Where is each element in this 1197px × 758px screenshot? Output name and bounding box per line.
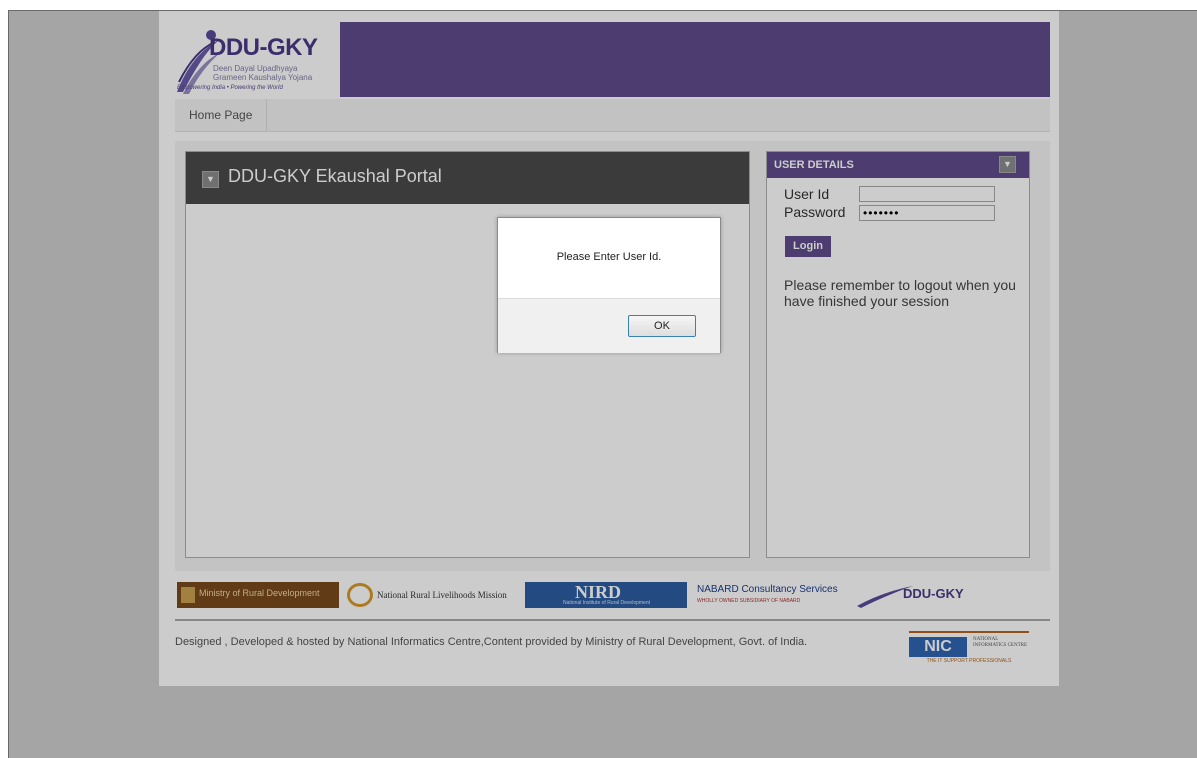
ok-button[interactable]: OK [628, 315, 696, 337]
browser-viewport: DDU-GKY Deen Dayal Upadhyaya Grameen Kau… [8, 10, 1197, 758]
modal-overlay [9, 11, 1197, 758]
dialog-footer: OK [498, 298, 720, 353]
dialog-message: Please Enter User Id. [556, 251, 662, 263]
alert-dialog: Please Enter User Id. OK [497, 217, 721, 353]
